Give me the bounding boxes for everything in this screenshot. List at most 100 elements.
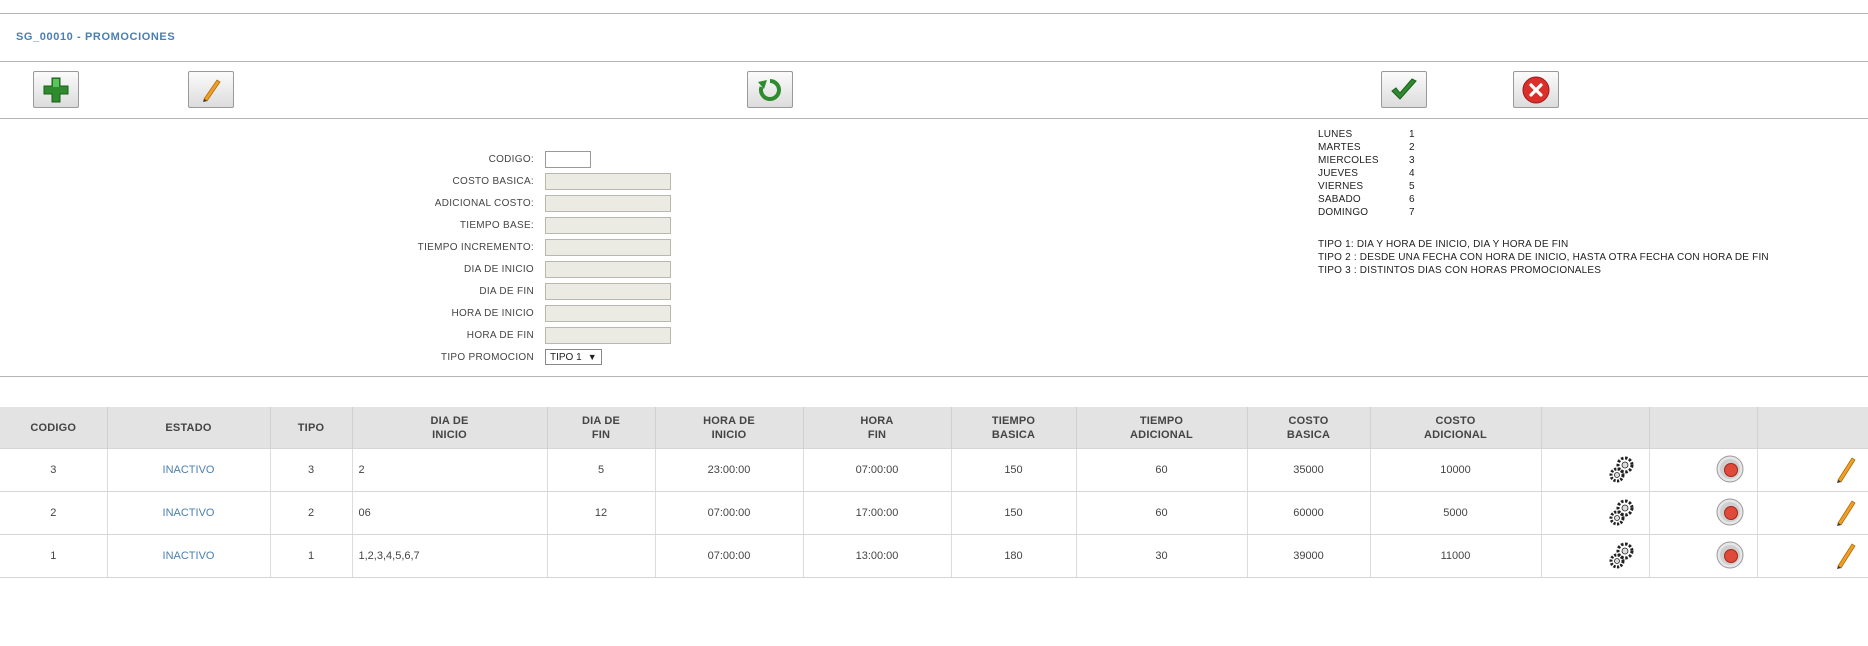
tipo-promocion-label: TIPO PROMOCION (440, 352, 534, 363)
form-rule (0, 376, 1868, 377)
promociones-table: CODIGO ESTADO TIPO DIA DE INICIO DIA DE FI… (0, 407, 1868, 578)
cell-hora-inicio: 23:00:00 (655, 448, 804, 492)
refresh-icon (758, 78, 781, 101)
col-dia-fin[interactable]: DIA DE FIN (547, 407, 656, 449)
col-dia-inicio-label-2: INICIO (432, 428, 467, 441)
col-dia-fin-label-1: DIA DE (581, 414, 621, 427)
col-costo-adicional[interactable]: COSTO ADICIONAL (1370, 407, 1542, 449)
cell-codigo: 2 (0, 491, 108, 535)
col-costo-basica[interactable]: COSTO BASICA (1247, 407, 1371, 449)
dia-inicio-label: DIA DE INICIO (463, 264, 534, 275)
pencil-icon[interactable] (1834, 455, 1858, 483)
cell-tiempo-adicional: 30 (1076, 534, 1248, 578)
gears-icon[interactable] (1607, 540, 1637, 570)
cell-costo-basica: 60000 (1247, 491, 1371, 535)
legend-day-num: 4 (1409, 168, 1415, 179)
dia-fin-field[interactable] (545, 283, 671, 300)
cell-toggle (1649, 534, 1758, 578)
legend-day-num: 2 (1409, 142, 1415, 153)
col-action-toggle (1649, 407, 1758, 449)
tipo-2-description: TIPO 2 : DESDE UNA FECHA CON HORA DE INI… (1318, 252, 1769, 263)
cell-edit (1757, 448, 1868, 492)
cell-config (1541, 491, 1650, 535)
col-hora-inicio[interactable]: HORA DE INICIO (655, 407, 804, 449)
cell-tipo: 1 (270, 534, 353, 578)
dia-inicio-field[interactable] (545, 261, 671, 278)
costo-basica-field[interactable] (545, 173, 671, 190)
col-estado-label: ESTADO (165, 421, 212, 434)
cell-hora-inicio: 07:00:00 (655, 534, 804, 578)
table-row: 3 INACTIVO 3 2 5 23:00:00 07:00:00 150 6… (0, 448, 1868, 492)
record-icon[interactable] (1715, 497, 1745, 527)
col-tipo-label: TIPO (297, 421, 325, 434)
edit-button[interactable] (188, 71, 234, 108)
codigo-field[interactable] (545, 151, 591, 168)
cell-tiempo-basica: 150 (951, 448, 1077, 492)
cell-codigo: 1 (0, 534, 108, 578)
legend-day-num: 7 (1409, 207, 1415, 218)
col-hora-fin-label-1: HORA (860, 414, 894, 427)
pencil-icon[interactable] (1834, 541, 1858, 569)
col-tiempo-basica[interactable]: TIEMPO BASICA (951, 407, 1077, 449)
tiempo-base-field[interactable] (545, 217, 671, 234)
col-hora-fin[interactable]: HORA FIN (803, 407, 952, 449)
cell-costo-basica: 35000 (1247, 448, 1371, 492)
cell-estado-link[interactable]: INACTIVO (107, 448, 271, 492)
chevron-down-icon: ▼ (587, 352, 597, 362)
col-tipo[interactable]: TIPO (270, 407, 353, 449)
gears-icon[interactable] (1607, 497, 1637, 527)
cell-tiempo-basica: 180 (951, 534, 1077, 578)
cell-edit (1757, 491, 1868, 535)
cell-edit (1757, 534, 1868, 578)
pencil-icon (203, 78, 221, 102)
cell-toggle (1649, 491, 1758, 535)
hora-inicio-field[interactable] (545, 305, 671, 322)
gears-icon[interactable] (1607, 454, 1637, 484)
add-button[interactable] (33, 71, 79, 108)
hora-fin-field[interactable] (545, 327, 671, 344)
cell-hora-fin: 17:00:00 (803, 491, 952, 535)
cell-hora-fin: 13:00:00 (803, 534, 952, 578)
cell-tiempo-adicional: 60 (1076, 448, 1248, 492)
col-codigo-label: CODIGO (30, 421, 77, 434)
hora-inicio-label: HORA DE INICIO (451, 308, 534, 319)
cell-estado-link[interactable]: INACTIVO (107, 534, 271, 578)
col-codigo[interactable]: CODIGO (0, 407, 108, 449)
table-row: 1 INACTIVO 1 1,2,3,4,5,6,7 07:00:00 13:0… (0, 534, 1868, 578)
cell-costo-basica: 39000 (1247, 534, 1371, 578)
refresh-button[interactable] (747, 71, 793, 108)
legend-day-name: DOMINGO (1318, 207, 1369, 218)
title-rule (0, 61, 1868, 62)
col-dia-inicio[interactable]: DIA DE INICIO (352, 407, 548, 449)
top-rule (0, 13, 1868, 14)
legend-day-num: 1 (1409, 129, 1415, 140)
record-icon[interactable] (1715, 540, 1745, 570)
cell-dia-fin (547, 534, 656, 578)
tiempo-base-label: TIEMPO BASE: (459, 220, 534, 231)
cell-dia-inicio: 1,2,3,4,5,6,7 (352, 534, 548, 578)
cell-costo-adicional: 5000 (1370, 491, 1542, 535)
cell-tiempo-basica: 150 (951, 491, 1077, 535)
cell-estado-link[interactable]: INACTIVO (107, 491, 271, 535)
cell-costo-adicional: 10000 (1370, 448, 1542, 492)
cell-toggle (1649, 448, 1758, 492)
col-estado[interactable]: ESTADO (107, 407, 271, 449)
legend-day-name: LUNES (1318, 129, 1353, 140)
cell-hora-fin: 07:00:00 (803, 448, 952, 492)
tiempo-incremento-label: TIEMPO INCREMENTO: (417, 242, 534, 253)
col-costo-basica-label-1: COSTO (1288, 414, 1329, 427)
adicional-costo-field[interactable] (545, 195, 671, 212)
tiempo-incremento-field[interactable] (545, 239, 671, 256)
col-hora-inicio-label-1: HORA DE (703, 414, 755, 427)
table-row: 2 INACTIVO 2 06 12 07:00:00 17:00:00 150… (0, 491, 1868, 535)
pencil-icon[interactable] (1834, 498, 1858, 526)
record-icon[interactable] (1715, 454, 1745, 484)
col-tiempo-adicional[interactable]: TIEMPO ADICIONAL (1076, 407, 1248, 449)
tipo-promocion-select[interactable]: TIPO 1 ▼ (545, 349, 602, 365)
legend-day-name: JUEVES (1318, 168, 1359, 179)
cell-dia-fin: 5 (547, 448, 656, 492)
cancel-button[interactable] (1513, 71, 1559, 108)
confirm-button[interactable] (1381, 71, 1427, 108)
col-costo-adicional-label-1: COSTO (1435, 414, 1476, 427)
table-header-row: CODIGO ESTADO TIPO DIA DE INICIO DIA DE FI… (0, 407, 1868, 449)
